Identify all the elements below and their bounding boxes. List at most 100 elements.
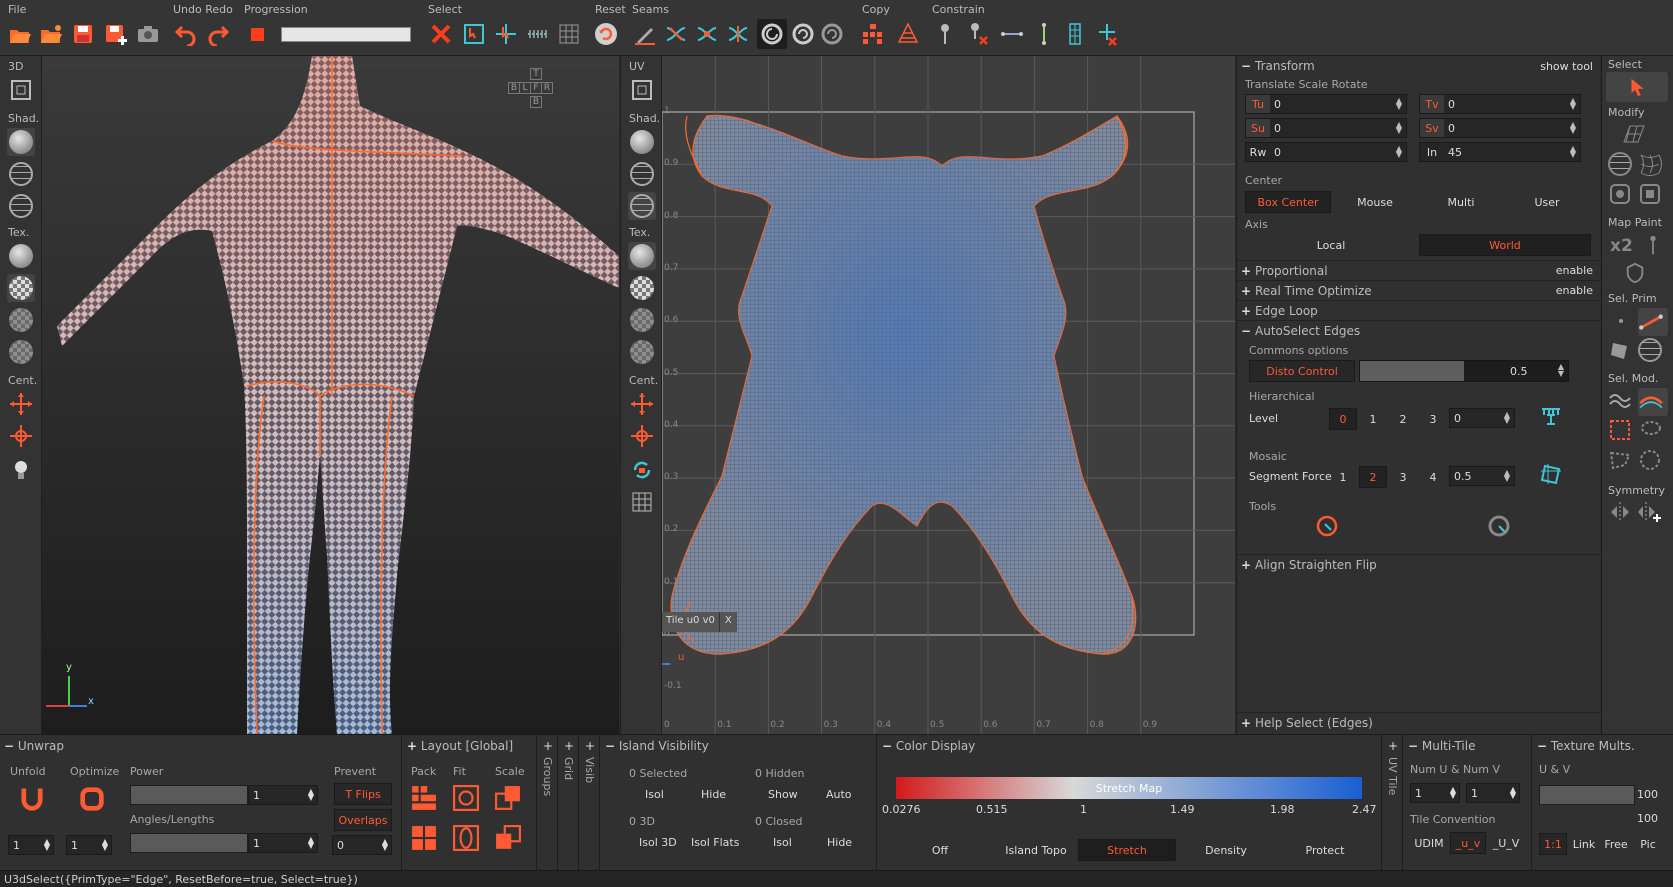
unpin-icon[interactable] [965, 21, 991, 47]
segment-2-button[interactable]: 2 [1359, 466, 1387, 488]
proportional-enable[interactable]: enable [1556, 264, 1593, 277]
udim-button[interactable]: UDIM [1410, 832, 1448, 854]
paint-shield-icon[interactable] [1624, 262, 1648, 286]
in-field[interactable]: In 45 ▲ ▼ [1419, 142, 1581, 162]
center-icon[interactable] [7, 390, 35, 418]
mosaic-icon[interactable] [1539, 462, 1567, 490]
hide-button[interactable]: Hide [701, 788, 726, 801]
disto-control-button[interactable]: Disto Control [1249, 360, 1355, 382]
prim-face-icon[interactable] [1608, 338, 1634, 364]
save-as-icon[interactable] [103, 21, 129, 47]
x2-button[interactable]: x2 [1610, 236, 1633, 256]
pin-icon[interactable] [932, 21, 958, 47]
proportional-header[interactable]: + Proportional enable [1237, 260, 1601, 280]
isol-button[interactable]: Isol [645, 788, 664, 801]
isol-closed-button[interactable]: Isol [773, 836, 792, 849]
color-mode-stretch[interactable]: Stretch [1078, 839, 1176, 861]
uv-texture-none-icon[interactable] [628, 242, 656, 270]
open-file-icon[interactable] [38, 21, 64, 47]
tflips-button[interactable]: T Flips [334, 783, 392, 805]
uv-shade-wire-icon[interactable] [628, 160, 656, 188]
constrain-clear-icon[interactable] [1094, 21, 1120, 47]
mod-lasso-icon[interactable] [1638, 418, 1664, 444]
uv-texture-checker-3-icon[interactable] [628, 338, 656, 366]
segment-4-button[interactable]: 4 [1419, 466, 1447, 488]
uv-frame-view-icon[interactable] [628, 76, 656, 104]
uv-shade-smooth-icon[interactable] [628, 128, 656, 156]
optimize-icon[interactable] [78, 785, 108, 815]
constrain-vertical-icon[interactable] [1031, 21, 1057, 47]
angles-slider[interactable] [130, 833, 248, 853]
modify-sphere-icon[interactable] [1608, 152, 1634, 178]
grid-collapsed[interactable]: + Grid [559, 735, 579, 871]
level-1-button[interactable]: 1 [1359, 408, 1387, 430]
shade-smooth-icon[interactable] [7, 128, 35, 156]
power-field[interactable]: 1 ▲ ▼ [248, 785, 318, 805]
mod-loop-icon[interactable] [1638, 388, 1668, 416]
ratio-button[interactable]: 1:1 [1539, 833, 1567, 855]
cut-seam-icon[interactable] [663, 21, 689, 47]
autoselect-tool-2-icon[interactable] [1487, 514, 1515, 542]
level-2-button[interactable]: 2 [1389, 408, 1417, 430]
show-tool-link[interactable]: show tool [1540, 60, 1593, 73]
sv-field[interactable]: Sv 0 ▲ ▼ [1419, 118, 1581, 138]
center-mouse-button[interactable]: Mouse [1333, 191, 1417, 213]
autoselect-header[interactable]: − AutoSelect Edges [1237, 320, 1601, 340]
constrain-grid-icon[interactable] [1062, 21, 1088, 47]
tile-close-button[interactable]: X [718, 612, 737, 632]
isol-flats-button[interactable]: Isol Flats [691, 836, 739, 849]
paste-icon[interactable] [895, 21, 921, 47]
u-mult-value[interactable]: 100 [1637, 788, 1658, 801]
weld-seam-icon[interactable] [694, 21, 720, 47]
mod-wave-icon[interactable] [1608, 388, 1634, 414]
viewport-3d[interactable]: T B L F R B y x [42, 56, 619, 734]
power-slider[interactable] [130, 785, 248, 805]
pack-icon[interactable] [411, 785, 439, 813]
auto-button[interactable]: Auto [826, 788, 852, 801]
align-header[interactable]: + Align Straighten Flip [1237, 554, 1601, 574]
mod-rect-select-icon[interactable] [1608, 418, 1634, 444]
light-icon[interactable] [7, 456, 35, 484]
copy-icon[interactable] [860, 21, 886, 47]
prim-vertex-icon[interactable] [1608, 308, 1634, 334]
v-mult-value[interactable]: 100 [1637, 812, 1658, 825]
unfold-count-field[interactable]: 1 ▲ ▼ [8, 835, 54, 855]
cut-auto-2-icon[interactable] [819, 21, 845, 47]
groups-collapsed[interactable]: + Groups [538, 735, 558, 871]
upper-uv-button[interactable]: _U_V [1488, 832, 1524, 854]
edge-loop-header[interactable]: + Edge Loop [1237, 300, 1601, 320]
hierarchy-icon[interactable] [1539, 404, 1567, 432]
uv-texture-checker-icon[interactable] [628, 274, 656, 302]
level-3-button[interactable]: 3 [1419, 408, 1447, 430]
segment-3-button[interactable]: 3 [1389, 466, 1417, 488]
scale-2-icon[interactable] [495, 825, 523, 853]
num-u-field[interactable]: 1 ▲ ▼ [1410, 783, 1460, 803]
reset-icon[interactable] [593, 21, 619, 47]
mod-brush-select-icon[interactable] [1638, 448, 1664, 474]
nav-top[interactable]: T [530, 68, 542, 80]
shade-wire-icon[interactable] [7, 160, 35, 188]
cut-auto-icon[interactable] [790, 21, 816, 47]
new-file-icon[interactable] [7, 21, 33, 47]
color-mode-density[interactable]: Density [1178, 839, 1274, 861]
select-loop-icon[interactable] [525, 21, 551, 47]
unwrap-header[interactable]: − Unwrap [4, 739, 64, 753]
screenshot-icon[interactable] [135, 21, 161, 47]
texture-checker-3-icon[interactable] [7, 338, 35, 366]
segment-1-button[interactable]: 1 [1329, 466, 1357, 488]
paint-brush-icon[interactable] [1642, 234, 1664, 256]
link-button[interactable]: Link [1569, 833, 1599, 855]
modify-warp-icon[interactable] [1638, 152, 1664, 178]
hide-closed-button[interactable]: Hide [827, 836, 852, 849]
deselect-icon[interactable] [428, 21, 454, 47]
uv-center-selection-icon[interactable] [628, 422, 656, 450]
viewport-uv[interactable]: 1 0.9 0.8 0.7 0.6 0.5 0.4 0.3 0.2 0.1 0 -0.1 0 0.1 0.2… [662, 56, 1235, 734]
color-mode-off[interactable]: Off [896, 839, 984, 861]
uv-grid-icon[interactable] [628, 488, 656, 516]
modify-cylinder-icon[interactable] [1608, 182, 1634, 208]
fit-icon[interactable] [453, 785, 481, 813]
select-box-icon[interactable] [461, 21, 487, 47]
redo-icon[interactable] [205, 21, 231, 47]
select-grid-icon[interactable] [556, 21, 582, 47]
save-icon[interactable] [70, 21, 96, 47]
